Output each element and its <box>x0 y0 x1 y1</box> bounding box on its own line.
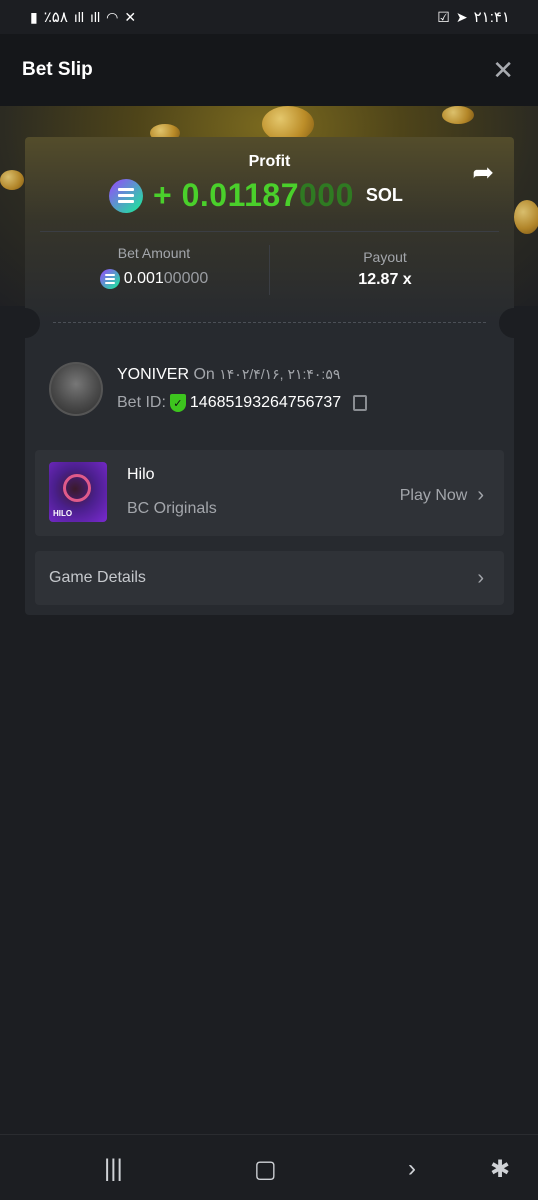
bet-amount-block: Bet Amount 0.00100000 <box>39 245 269 289</box>
divider <box>40 231 499 232</box>
solana-icon <box>109 178 143 213</box>
signal-icon-2: ıll <box>90 9 101 25</box>
chevron-right-icon: › <box>477 566 484 589</box>
signal-icon: ıll <box>73 9 85 25</box>
game-row[interactable]: HILO Hilo BC Originals Play Now › <box>35 450 504 536</box>
on-label: On <box>193 366 215 383</box>
page-title: Bet Slip <box>22 59 93 80</box>
battery-icon: ▮ <box>30 8 38 25</box>
bet-datetime: ۱۴۰۲/۴/۱۶, ۲۱:۴۰:۵۹ <box>219 366 341 382</box>
bet-id-line: Bet ID: ✓ 14685193264756737 <box>117 394 368 412</box>
play-now-button[interactable]: Play Now › <box>400 484 484 507</box>
profit-sign: + <box>153 177 182 213</box>
status-right: ☑ ➤ ۲۱:۴۱ <box>437 8 510 27</box>
bet-amount-value: 0.00100000 <box>39 269 269 289</box>
accessibility-icon[interactable]: ✱ <box>490 1155 510 1184</box>
bet-amount-trailing: 00000 <box>163 270 209 287</box>
payout-value: 12.87 x <box>358 271 412 288</box>
game-thumbnail-ring <box>63 474 91 502</box>
recent-apps-icon[interactable]: ||| <box>104 1155 123 1183</box>
status-left: ▮ ٪۵۸ ıll ıll ◠ ✕ <box>30 8 137 27</box>
profit-value-trailing: 000 <box>298 177 354 213</box>
home-icon[interactable]: ▢ <box>254 1155 277 1184</box>
username[interactable]: YONIVER <box>117 366 189 383</box>
game-name: Hilo <box>127 466 155 483</box>
avatar[interactable] <box>49 362 103 416</box>
ticket-separator <box>53 322 486 323</box>
coin-decoration <box>442 106 474 124</box>
bet-amount-label: Bet Amount <box>117 245 191 261</box>
bet-amount-main: 0.001 <box>123 270 164 287</box>
user-row: YONIVER On ۱۴۰۲/۴/۱۶, ۲۱:۴۰:۵۹ Bet ID: ✓… <box>49 362 368 416</box>
play-now-label: Play Now <box>399 486 468 504</box>
solana-icon <box>99 269 120 289</box>
game-provider: BC Originals <box>127 500 217 517</box>
user-info: YONIVER On ۱۴۰۲/۴/۱۶, ۲۱:۴۰:۵۹ Bet ID: ✓… <box>117 366 368 412</box>
shield-icon: ✓ <box>169 394 186 412</box>
profit-label: Profit <box>248 153 291 170</box>
status-time: ۲۱:۴۱ <box>473 9 510 26</box>
system-nav-bar: ||| ▢ › ✱ <box>0 1134 538 1200</box>
battery-percent: ٪۵۸ <box>43 9 68 26</box>
status-bar: ▮ ٪۵۸ ıll ıll ◠ ✕ ☑ ➤ ۲۱:۴۱ <box>0 0 538 34</box>
payout-label: Payout <box>363 249 407 265</box>
game-thumbnail[interactable]: HILO <box>49 462 107 522</box>
coin-decoration <box>0 170 24 190</box>
payout-block: Payout 12.87 x <box>270 249 500 289</box>
wifi-icon: ◠ <box>106 8 119 25</box>
chevron-right-icon: › <box>477 484 484 506</box>
bet-id: 14685193264756737 <box>189 394 342 411</box>
header: Bet Slip ✕ <box>0 34 538 106</box>
game-details-label: Game Details <box>49 569 146 586</box>
bet-id-label: Bet ID: <box>117 394 166 411</box>
game-details-row[interactable]: Game Details › <box>35 551 504 605</box>
share-icon[interactable]: ➦ <box>472 157 494 188</box>
mute-icon: ✕ <box>124 8 137 25</box>
profit-value: + 0.01187000 <box>153 177 354 214</box>
user-line: YONIVER On ۱۴۰۲/۴/۱۶, ۲۱:۴۰:۵۹ <box>117 366 367 384</box>
telegram-icon: ➤ <box>455 8 468 25</box>
back-icon[interactable]: › <box>408 1155 416 1183</box>
profit-value-main: 0.01187 <box>181 177 299 213</box>
bet-slip-card: Profit ➦ + 0.01187000 SOL Bet Amount 0.0… <box>25 137 514 615</box>
profit-row: + 0.01187000 SOL <box>109 177 403 214</box>
coin-decoration <box>514 200 538 234</box>
copy-icon[interactable] <box>353 395 368 411</box>
close-icon[interactable]: ✕ <box>492 57 514 83</box>
profit-currency: SOL <box>365 185 403 205</box>
game-thumbnail-text: HILO <box>53 509 73 518</box>
checkbox-notification-icon: ☑ <box>437 8 450 25</box>
